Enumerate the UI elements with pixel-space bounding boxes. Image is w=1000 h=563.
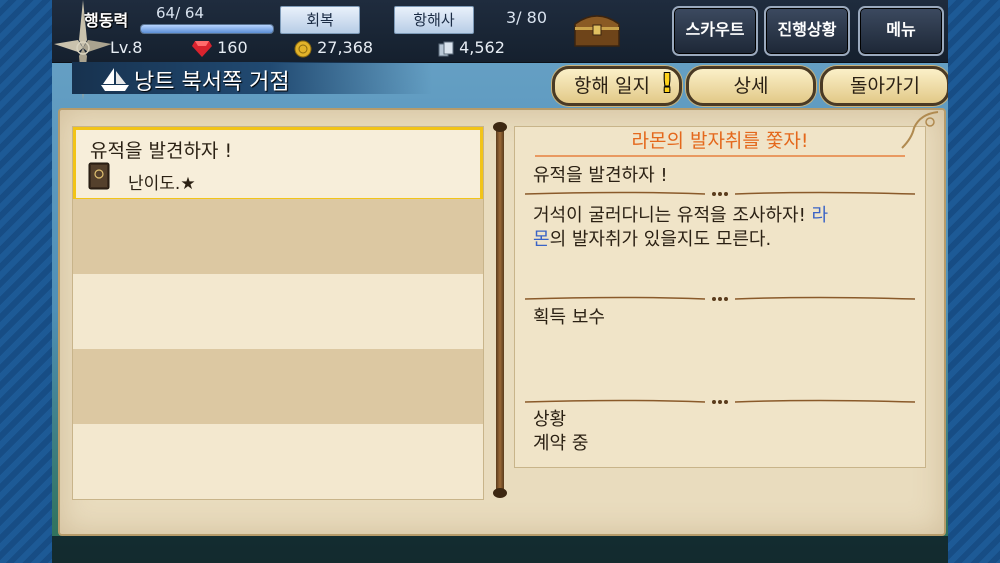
quest-list: 유적을 발견하자 ! 난이도.★: [72, 126, 484, 500]
silver-bar-icon: [438, 41, 454, 56]
game-screen: 행동력 64/ 64 회복 항해사 3/ 80 Lv.8 160 27,368 …: [52, 0, 948, 563]
scrollbar-cap-bottom: [493, 488, 507, 498]
npc-name-highlight: 몬: [533, 229, 550, 250]
voyage-log-label: 항해 일지: [574, 75, 650, 97]
menu-button[interactable]: 메뉴: [858, 6, 944, 56]
stamina-label: 행동력: [84, 11, 129, 30]
stamina-bar: [140, 24, 274, 34]
gem-counter: 160: [192, 38, 248, 57]
status-value: 계약 중: [533, 433, 589, 454]
gold-count: 27,368: [317, 38, 374, 57]
back-button[interactable]: 돌아가기: [820, 66, 948, 106]
desc-text: 의 발자취가 있을지도 모른다.: [549, 229, 772, 250]
list-row-empty: [73, 349, 483, 424]
stamina-value: 64/ 64: [156, 4, 204, 22]
npc-name-highlight: 라: [811, 205, 829, 226]
ship-icon: [101, 68, 129, 91]
status-bar: 행동력 64/ 64 회복 항해사 3/ 80 Lv.8 160 27,368 …: [52, 0, 948, 100]
list-row-empty: [73, 424, 483, 499]
gold-counter: 27,368: [294, 38, 373, 58]
desc-text: 거석이 굴러다니는 유적을 조사하자!: [533, 205, 812, 226]
details-button[interactable]: 상세: [686, 66, 816, 106]
reward-label: 획득 보수: [533, 307, 605, 328]
header-underline: [535, 155, 905, 157]
quest-difficulty: 난이도.★: [128, 174, 196, 194]
location-title: 낭트 북서쪽 거점: [134, 70, 290, 95]
separator-ornament: [525, 191, 915, 196]
detail-quest-name: 유적을 발견하자 !: [533, 165, 668, 186]
gem-count: 160: [217, 38, 248, 57]
list-row-empty: [73, 274, 483, 349]
silver-counter: 4,562: [438, 38, 505, 57]
scout-button[interactable]: 스카우트: [672, 6, 758, 56]
treasure-chest-icon[interactable]: [572, 8, 622, 48]
left-border: [0, 0, 52, 563]
gold-coin-icon: [294, 40, 312, 57]
detail-description-line1: 거석이 굴러다니는 유적을 조사하자! 라: [533, 201, 828, 227]
corner-ornament: [901, 111, 939, 149]
silver-count: 4,562: [459, 38, 505, 57]
quest-name: 유적을 발견하자 !: [90, 140, 233, 162]
navigator-button[interactable]: 항해사: [394, 6, 474, 34]
recover-button[interactable]: 회복: [280, 6, 360, 34]
scrollbar[interactable]: [496, 126, 504, 494]
alert-icon: !: [661, 69, 673, 99]
separator-ornament: [525, 399, 915, 404]
stamina-fill: [141, 25, 273, 33]
ruby-icon: [192, 40, 212, 57]
quest-item-selected[interactable]: 유적을 발견하자 ! 난이도.★: [73, 127, 483, 201]
crew-count: 3/ 80: [506, 8, 548, 27]
quest-detail-panel: 라몬의 발자취를 쫓자! 유적을 발견하자 ! 거석이 굴러다니는 유적을 조사…: [514, 126, 926, 468]
detail-description-line2: 몬의 발자취가 있을지도 모른다.: [533, 225, 771, 251]
detail-header: 라몬의 발자취를 쫓자!: [631, 130, 809, 152]
bottom-strip: [52, 536, 948, 563]
book-icon: [88, 162, 110, 190]
progress-button[interactable]: 진행상황: [764, 6, 850, 56]
status-label: 상황: [533, 409, 567, 430]
voyage-log-button[interactable]: 항해 일지 !: [552, 66, 682, 106]
list-row-empty: [73, 199, 483, 274]
player-level: Lv.8: [110, 38, 143, 57]
scrollbar-cap-top: [493, 122, 507, 132]
right-border: [948, 0, 1000, 563]
